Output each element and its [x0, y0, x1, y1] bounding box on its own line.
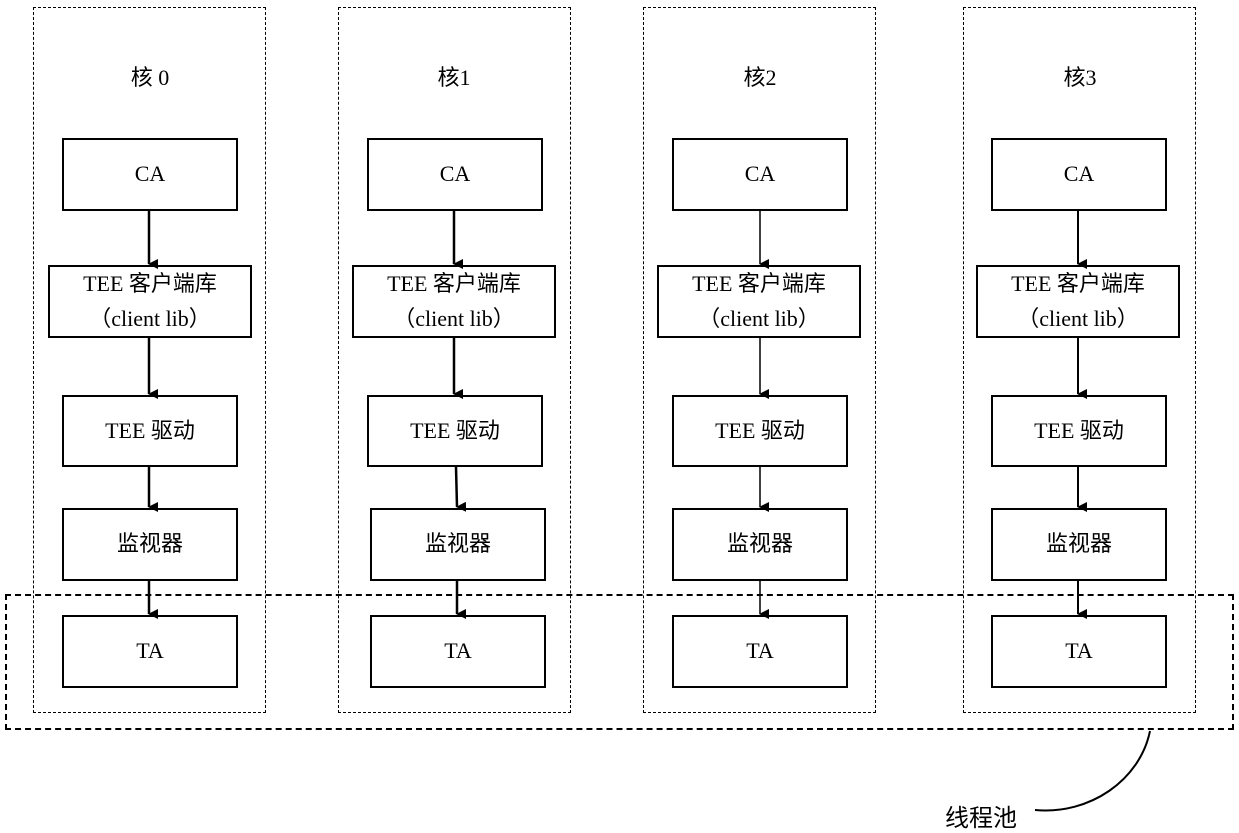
arrow-driver-to-monitor	[454, 466, 467, 512]
connector-layer	[147, 211, 1151, 812]
arrows-core-1	[452, 211, 467, 619]
thread-pool-leader-curve	[1034, 730, 1151, 812]
